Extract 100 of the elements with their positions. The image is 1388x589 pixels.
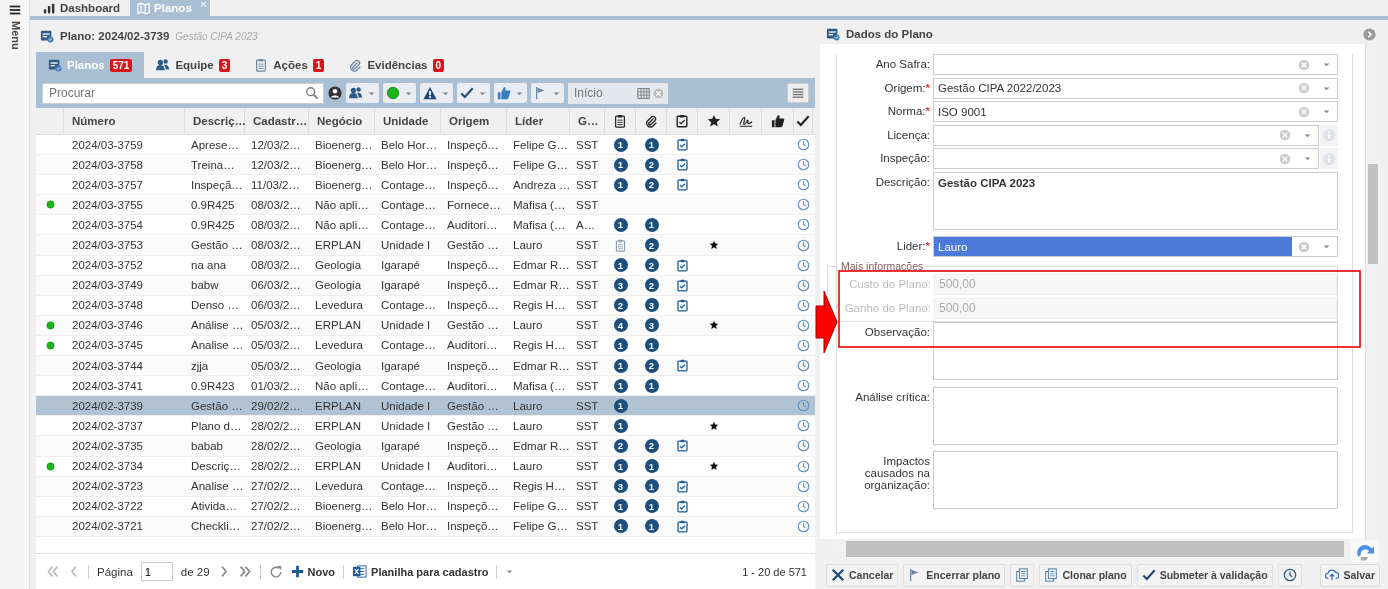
clock-icon[interactable] bbox=[797, 218, 810, 232]
clock-icon[interactable] bbox=[797, 278, 810, 292]
tab[interactable]: Planos 571 bbox=[36, 52, 145, 78]
caret-icon[interactable] bbox=[1303, 154, 1312, 163]
table-row[interactable]: 2024/02-3734 Descriç… 28/02/2… ERPLAN Unidade I Auditori… Lauro SST 1 1 bbox=[36, 456, 815, 477]
select-field[interactable] bbox=[933, 124, 1319, 146]
table-row[interactable]: 2024/03-3744 zjja 05/03/2… Geologia Igarapé Inspeçõ… Edmar R… SST 1 2 bbox=[36, 356, 815, 377]
table-row[interactable]: 2024/03-3755 0.9R425 08/03/2… Não apli… Contage… Fornece… Mafisa (… SST bbox=[36, 195, 815, 216]
table-row[interactable]: 2024/02-3721 Checkli… 27/02/2… Bioenerg… Belo Hor… Inspeçõ… Felipe G… SST 1 1 bbox=[36, 516, 815, 537]
columns-menu-button[interactable] bbox=[787, 83, 809, 103]
clock-icon[interactable] bbox=[797, 419, 810, 433]
table-row[interactable]: 2024/03-3759 Aprese… 12/03/2… Bioenerg… Belo Hor… Inspeçõ… Felipe G… SST 1 1 bbox=[36, 135, 815, 156]
save-button[interactable]: Salvar bbox=[1320, 563, 1380, 587]
clock-icon[interactable] bbox=[797, 258, 810, 272]
caret-icon[interactable] bbox=[1322, 60, 1331, 69]
table-row[interactable]: 2024/03-3753 Gestão … 08/03/2… ERPLAN Unidade I Gestão … Lauro SST 2 bbox=[36, 235, 815, 256]
table-row[interactable]: 2024/03-3741 0.9R423 01/03/2… Não apli… Contage… Auditori… Mafisa (… SST 1 1 bbox=[36, 376, 815, 397]
filter-dropdown[interactable] bbox=[420, 83, 453, 103]
clock-icon[interactable] bbox=[797, 158, 810, 172]
first-page-icon[interactable] bbox=[46, 565, 59, 578]
clock-icon[interactable] bbox=[797, 178, 810, 192]
refresh-icon[interactable] bbox=[268, 564, 283, 579]
clock-button[interactable] bbox=[1277, 563, 1302, 587]
column-header[interactable]: Negócio bbox=[309, 108, 375, 134]
spreadsheet-button[interactable]: Planilha para cadastro bbox=[352, 564, 489, 579]
search-input[interactable]: Procurar bbox=[47, 85, 302, 101]
menu-icon[interactable] bbox=[7, 3, 22, 17]
table-row[interactable]: 2024/02-3735 babab 28/02/2… Geologia Igarapé Inspeçõ… Edmar R… SST 2 2 bbox=[36, 436, 815, 457]
filter-dropdown[interactable] bbox=[494, 83, 527, 103]
tab[interactable]: Equipe 3 bbox=[144, 52, 243, 78]
table-row[interactable]: 2024/02-3722 Ativida… 27/02/2… Bioenerg… Belo Hor… Inspeçõ… Felipe G… SST 1 1 bbox=[36, 496, 815, 517]
tab[interactable]: Ações 1 bbox=[242, 52, 337, 78]
close-button[interactable]: Encerrar plano bbox=[903, 563, 1006, 587]
table-row[interactable]: 2024/03-3757 Inspeçã… 11/03/2… Bioenerg… Contage… Inspeçõ… Andreza … SST 1 2 bbox=[36, 175, 815, 196]
clock-icon[interactable] bbox=[797, 379, 810, 393]
column-header[interactable]: Unidade bbox=[375, 108, 441, 134]
clock-icon[interactable] bbox=[797, 339, 810, 352]
table-row[interactable]: 2024/02-3739 Gestão … 29/02/2… ERPLAN Unidade I Gestão … Lauro SST 1 bbox=[36, 396, 815, 417]
clear-icon[interactable] bbox=[1298, 58, 1310, 71]
last-page-icon[interactable] bbox=[238, 565, 252, 578]
filter-dropdown[interactable] bbox=[346, 83, 379, 103]
clock-icon[interactable] bbox=[797, 298, 810, 312]
cancel-button[interactable]: Cancelar bbox=[826, 563, 899, 587]
clock-icon[interactable] bbox=[797, 359, 810, 373]
clock-icon[interactable] bbox=[797, 499, 810, 513]
clear-icon[interactable] bbox=[1298, 105, 1310, 118]
status-dot-icon[interactable] bbox=[45, 341, 55, 350]
table-row[interactable]: 2024/03-3752 na ana 08/03/2… Geologia Igarapé Inspeçõ… Edmar R… SST 1 2 bbox=[36, 255, 815, 276]
table-row[interactable]: 2024/03-3758 Treina… 12/03/2… Bioenerg… Belo Hor… Inspeçõ… Felipe G… SST 1 2 bbox=[36, 155, 815, 176]
select-field[interactable] bbox=[933, 148, 1319, 169]
table-row[interactable]: 2024/02-3723 Analise … 27/02/2… Levedura Contage… Inspeçõ… Regis H… SST 3 1 bbox=[36, 476, 815, 497]
caret-icon[interactable] bbox=[1322, 107, 1331, 116]
column-header[interactable]: Origem bbox=[441, 108, 507, 134]
clear-icon[interactable] bbox=[1279, 129, 1291, 141]
select-field[interactable]: Lauro bbox=[933, 236, 1338, 257]
column-header[interactable]: Número bbox=[64, 108, 185, 134]
submit-button[interactable]: Submeter à validação bbox=[1136, 563, 1273, 587]
text-area[interactable]: Gestão CIPA 2023 bbox=[933, 171, 1338, 230]
column-header[interactable]: G… bbox=[570, 108, 605, 134]
menu-label[interactable]: Menu bbox=[7, 21, 22, 50]
column-header[interactable]: Cadastr… bbox=[245, 108, 309, 134]
table-row[interactable]: 2024/03-3748 Denso … 06/03/2… Levedura Contage… Inspeçõ… Regis H… SST 2 3 bbox=[36, 295, 815, 316]
table-row[interactable]: 2024/02-3737 Plano d… 28/02/2… ERPLAN Unidade I Gestão … Lauro SST 1 bbox=[36, 416, 815, 437]
clock-icon[interactable] bbox=[797, 479, 810, 493]
date-input[interactable]: Início bbox=[572, 85, 634, 101]
tab[interactable]: Evidências 0 bbox=[336, 52, 457, 78]
copy-button[interactable] bbox=[1010, 563, 1035, 587]
clock-icon[interactable] bbox=[797, 399, 810, 413]
table-row[interactable]: 2024/03-3745 Analise … 05/03/2… Levedura Contage… Auditori… Regis H… SST 1 1 bbox=[36, 335, 815, 357]
caret-icon[interactable] bbox=[1322, 242, 1331, 251]
clock-icon[interactable] bbox=[797, 238, 810, 252]
table-row[interactable]: 2024/03-3746 Análise … 05/03/2… ERPLAN Unidade I Gestão … Lauro SST 4 3 bbox=[36, 315, 815, 336]
clone-button[interactable]: Clonar plano bbox=[1039, 563, 1132, 587]
text-area[interactable] bbox=[933, 322, 1338, 380]
select-field[interactable] bbox=[933, 54, 1338, 75]
new-button[interactable]: Novo bbox=[290, 565, 336, 578]
select-field[interactable]: ISO 9001 bbox=[933, 101, 1338, 122]
table-row[interactable]: 2024/03-3754 0.9R425 08/03/2… Não apli… Contage… Auditori… Mafisa (… A… 1 1 bbox=[36, 215, 815, 236]
clock-icon[interactable] bbox=[797, 459, 810, 473]
table-row[interactable]: 2024/03-3749 babw 06/03/2… Geologia Igarapé Inspeçõ… Edmar R… SST 3 2 bbox=[36, 275, 815, 296]
clock-icon[interactable] bbox=[797, 519, 810, 533]
status-dot-icon[interactable] bbox=[45, 461, 55, 471]
caret-icon[interactable] bbox=[505, 567, 515, 576]
column-header[interactable]: Descriç… bbox=[185, 108, 245, 134]
clear-icon[interactable] bbox=[1279, 152, 1291, 165]
status-dot-icon[interactable] bbox=[45, 320, 55, 330]
date-field[interactable]: Início bbox=[568, 82, 668, 104]
clock-icon[interactable] bbox=[797, 318, 810, 332]
clock-icon[interactable] bbox=[797, 439, 810, 453]
status-dot-icon[interactable] bbox=[45, 200, 55, 210]
clear-icon[interactable] bbox=[1298, 240, 1310, 253]
search-field[interactable]: Procurar bbox=[42, 82, 324, 104]
clock-icon[interactable] bbox=[797, 138, 810, 152]
page-field[interactable]: 1 bbox=[140, 562, 173, 581]
filter-dropdown[interactable] bbox=[457, 83, 490, 103]
clock-icon[interactable] bbox=[797, 198, 810, 212]
select-field[interactable]: Gestão CIPA 2022/2023 bbox=[933, 77, 1338, 99]
column-header[interactable]: Líder bbox=[507, 108, 570, 134]
clear-icon[interactable] bbox=[1298, 82, 1310, 94]
collapse-icon[interactable] bbox=[1363, 27, 1376, 41]
